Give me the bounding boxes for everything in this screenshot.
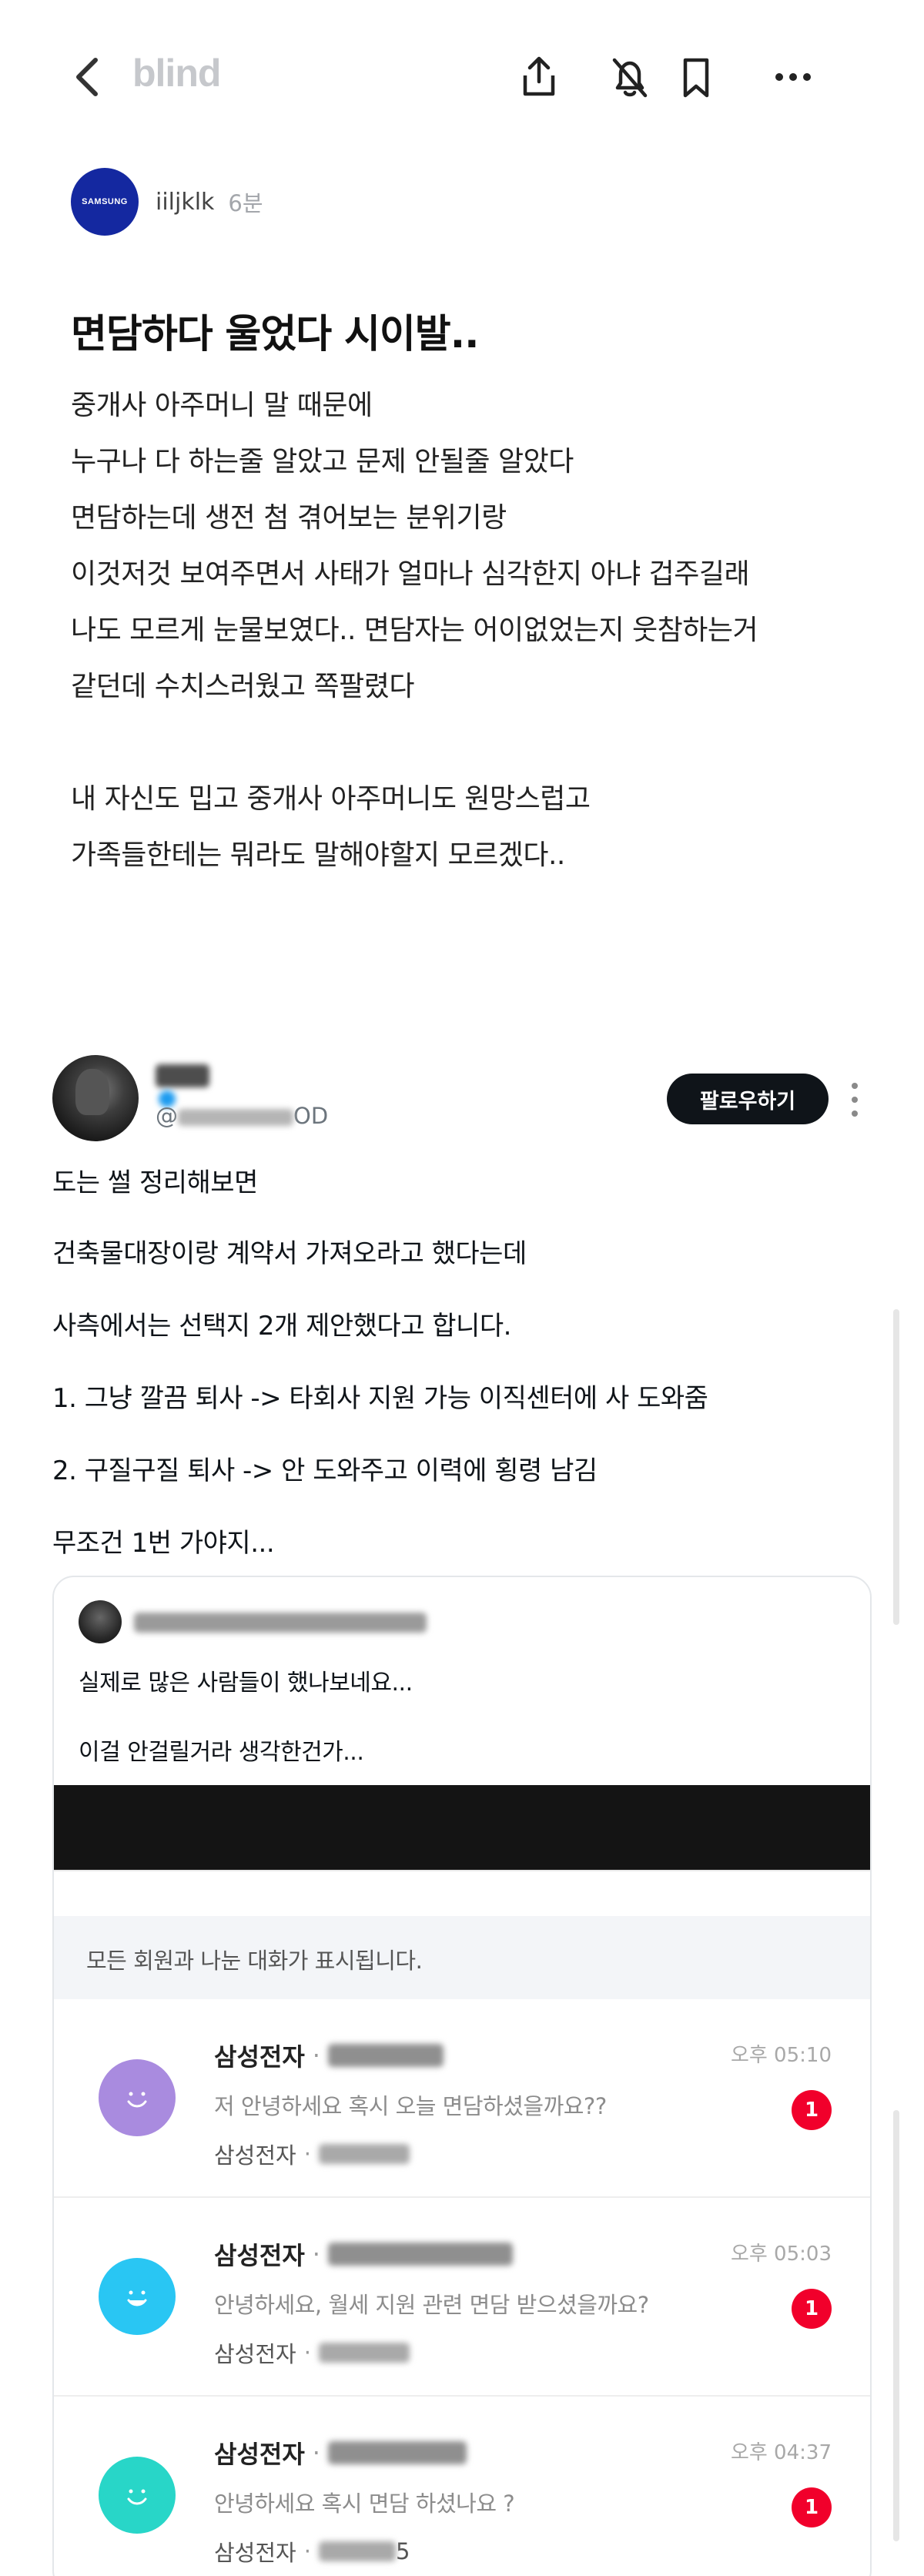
redacted-image-block xyxy=(54,1785,870,1870)
tweet-avatar[interactable] xyxy=(52,1055,139,1141)
chat-title: 삼성전자 · xyxy=(214,2236,513,2272)
more-vertical-icon[interactable] xyxy=(847,1078,862,1121)
chat-preview: 안녕하세요 혹시 면담 하셨나요 ? xyxy=(214,2491,515,2517)
back-icon[interactable] xyxy=(65,46,111,108)
post-line: 면담하는데 생전 첨 겪어보는 분위기랑 xyxy=(71,502,507,534)
tweet-line: 무조건 1번 가야지... xyxy=(52,1528,275,1559)
company-logo[interactable]: SAMSUNG xyxy=(71,168,139,236)
quote-meta-redacted xyxy=(134,1610,457,1636)
tweet-line: 사측에서는 선택지 2개 제안했다고 합니다. xyxy=(52,1311,511,1342)
chat-notice-text: 모든 회원과 나눈 대화가 표시됩니다. xyxy=(86,1948,423,1974)
post-line: 같던데 수치스러웠고 쪽팔렸다 xyxy=(71,671,414,702)
scrollbar[interactable] xyxy=(893,1309,899,1625)
quote-line: 실제로 많은 사람들이 했나보네요... xyxy=(79,1670,413,1697)
blind-logo: blind xyxy=(132,52,221,95)
follow-button[interactable]: 팔로우하기 xyxy=(667,1074,829,1124)
post-line: 이것저것 보여주면서 사태가 얼마나 심각한지 아냐 겁주길래 xyxy=(71,558,750,590)
chat-list-item[interactable]: 삼성전자 · 저 안녕하세요 혹시 오늘 면담하셨을까요?? 삼성전자 · 오후 0… xyxy=(54,1999,870,2198)
unread-badge: 1 xyxy=(792,2289,832,2329)
quoted-tweet-card[interactable]: 실제로 많은 사람들이 했나보네요... 이걸 안걸릴거라 생각한건가... 모… xyxy=(52,1576,872,2576)
post-line: 중개사 아주머니 말 때문에 xyxy=(71,390,373,421)
smile-avatar-icon xyxy=(99,2059,176,2136)
quote-avatar xyxy=(79,1600,122,1643)
smile-avatar-icon xyxy=(99,2258,176,2335)
tweet-author-name-redacted xyxy=(156,1061,233,1107)
tweet-line: 1. 그냥 깔끔 퇴사 -> 타회사 지원 가능 이직센터에 사 도와줌 xyxy=(52,1383,708,1414)
chat-time: 오후 05:10 xyxy=(730,2044,832,2067)
chat-title: 삼성전자 · xyxy=(214,2038,444,2073)
post-time: 6분 xyxy=(228,190,263,216)
chat-list-item[interactable]: 삼성전자 · 안녕하세요, 월세 지원 관련 면담 받으셨을까요? 삼성전자 · 오… xyxy=(54,2198,870,2397)
post-line: 나도 모르게 눈물보였다.. 면담자는 어이없었는지 웃참하는거 xyxy=(71,615,758,646)
unread-badge: 1 xyxy=(792,2487,832,2527)
author-name[interactable]: iiljklk xyxy=(156,189,214,216)
chat-preview: 저 안녕하세요 혹시 오늘 면담하셨을까요?? xyxy=(214,2093,607,2119)
chat-subtitle: 삼성전자 · 5 xyxy=(214,2538,410,2566)
more-horizontal-icon[interactable] xyxy=(768,52,818,102)
chat-title: 삼성전자 · xyxy=(214,2435,467,2470)
post-line: 누구나 다 하는줄 알았고 문제 안될줄 알았다 xyxy=(71,446,574,477)
post-body: 중개사 아주머니 말 때문에 누구나 다 하는줄 알았고 문제 안될줄 알았다 … xyxy=(71,377,872,883)
post-line xyxy=(71,715,872,771)
chat-subtitle: 삼성전자 · xyxy=(214,2138,410,2170)
top-bar: blind xyxy=(0,0,924,154)
chat-preview: 안녕하세요, 월세 지원 관련 면담 받으셨을까요? xyxy=(214,2292,649,2318)
post-title: 면담하다 울었다 시이발.. xyxy=(71,312,479,357)
chat-notice-bar: 모든 회원과 나눈 대화가 표시됩니다. xyxy=(54,1916,870,1999)
quote-line: 이걸 안걸릴거라 생각한건가... xyxy=(79,1739,364,1766)
chat-subtitle: 삼성전자 · xyxy=(214,2336,410,2369)
tweet-line: 건축물대장이랑 계약서 가져오라고 했다는데 xyxy=(52,1238,527,1269)
chat-list-item[interactable]: 삼성전자 · 안녕하세요 혹시 면담 하셨나요 ? 삼성전자 · 5 오후 04:37… xyxy=(54,2397,870,2576)
chat-time: 오후 04:37 xyxy=(730,2441,832,2464)
post-author: SAMSUNG iiljklk 6분 xyxy=(71,166,263,237)
unread-badge: 1 xyxy=(792,2090,832,2130)
chat-time: 오후 05:03 xyxy=(730,2243,832,2266)
post-line: 내 자신도 밉고 중개사 아주머니도 원망스럽고 xyxy=(71,783,591,815)
share-icon[interactable] xyxy=(514,52,564,102)
smile-avatar-icon xyxy=(99,2457,176,2534)
post-line: 가족들한테는 뭐라도 말해야할지 모르겠다.. xyxy=(71,839,565,871)
tweet-line: 도는 썰 정리해보면 xyxy=(52,1167,258,1198)
tweet-line: 2. 구질구질 퇴사 -> 안 도와주고 이력에 횡령 남김 xyxy=(52,1455,598,1486)
tweet-handle: @ OD xyxy=(156,1103,329,1129)
notification-off-icon[interactable] xyxy=(605,52,654,102)
scrollbar[interactable] xyxy=(893,2110,899,2541)
bookmark-icon[interactable] xyxy=(671,52,721,102)
